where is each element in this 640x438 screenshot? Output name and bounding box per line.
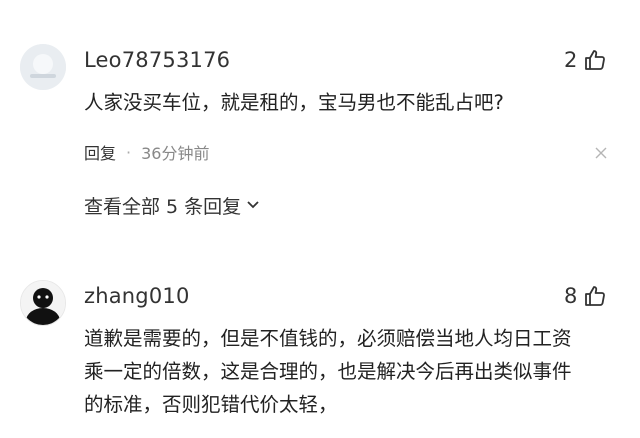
thumbs-up-icon [583,48,607,72]
comment-username[interactable]: zhang010 [84,284,190,308]
comment-username[interactable]: Leo78753176 [84,48,230,72]
like-button[interactable]: 2 [564,48,607,72]
comment-time: 36分钟前 [141,144,210,163]
comment-text: 道歉是需要的，但是不值钱的，必须赔偿当地人均日工资 乘一定的倍数，这是合理的，也… [84,322,630,421]
like-count: 2 [564,48,578,72]
comment-text: 人家没买车位，就是租的，宝马男也不能乱占吧? [84,91,504,114]
close-icon[interactable] [594,145,608,159]
chevron-down-icon [241,195,261,217]
reply-button[interactable]: 回复 [84,140,116,164]
avatar[interactable] [20,44,66,90]
comment-item: zhang010 8 道歉是需要的，但是不值钱的，必须赔偿当地人均日工资 乘一定… [0,240,640,438]
comment-text-line: 乘一定的倍数，这是合理的，也是解决今后再出类似事件 [84,360,572,383]
separator-dot: · [126,142,132,162]
comment-text-line: 道歉是需要的，但是不值钱的，必须赔偿当地人均日工资 [84,327,572,350]
view-all-replies-button[interactable]: 查看全部 5 条回复 [84,192,261,219]
like-count: 8 [564,284,578,308]
like-button[interactable]: 8 [564,284,607,308]
avatar[interactable] [20,280,66,326]
comment-text-line: 的标准，否则犯错代价太轻， [84,393,338,416]
thumbs-up-icon [583,284,607,308]
comment-item: Leo78753176 2 人家没买车位，就是租的，宝马男也不能乱占吧? 回复 … [0,0,640,240]
comment-meta: 回复 · 36分钟前 [84,140,209,164]
view-all-replies-label: 查看全部 5 条回复 [84,196,242,218]
